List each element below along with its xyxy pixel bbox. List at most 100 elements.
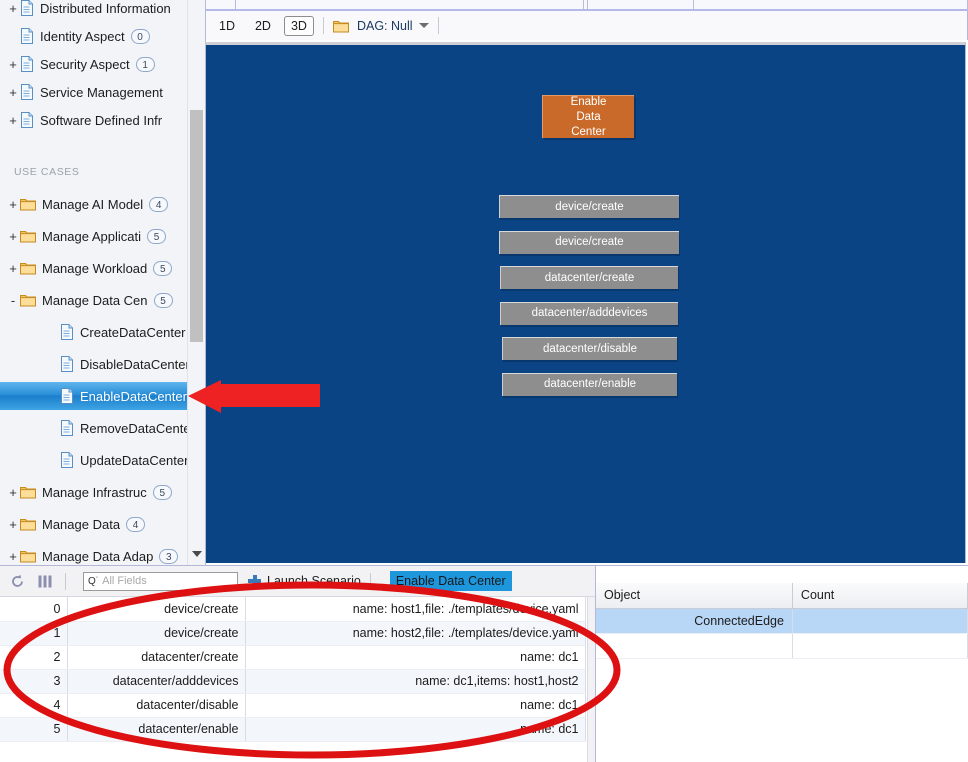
dag-graph-canvas[interactable]: Enable Data Center device/create device/c… bbox=[205, 42, 966, 563]
expand-icon[interactable]: + bbox=[6, 1, 20, 16]
object-count-header-row: Object Count bbox=[596, 583, 968, 609]
folder-icon bbox=[20, 261, 36, 275]
expand-icon[interactable]: + bbox=[6, 57, 20, 72]
tree-item-count-badge: 4 bbox=[149, 196, 169, 212]
tree-item-disabledatacenter[interactable]: DisableDataCenter bbox=[0, 350, 205, 378]
view-2d-button[interactable]: 2D bbox=[248, 16, 278, 36]
view-3d-button[interactable]: 3D bbox=[283, 15, 314, 36]
annotation-arrow bbox=[188, 380, 320, 413]
dag-selector-label[interactable]: DAG: Null bbox=[357, 19, 413, 33]
tree-item-label: Manage Data bbox=[42, 516, 121, 532]
folder-icon bbox=[20, 197, 36, 211]
cell-object: ConnectedEdge bbox=[596, 608, 793, 634]
document-icon bbox=[60, 420, 74, 436]
toolbar-divider-2 bbox=[437, 17, 439, 34]
graph-node-step[interactable]: device/create bbox=[499, 230, 679, 254]
use-cases-section-header: USE CASES bbox=[14, 166, 80, 178]
tree-item-enabledatacenter[interactable]: EnableDataCenter bbox=[0, 382, 205, 410]
tree-item-label: Software Defined Infr bbox=[40, 112, 163, 128]
annotation-ellipse bbox=[3, 581, 621, 759]
object-count-row[interactable]: ConnectedEdge bbox=[596, 608, 968, 634]
tree-item-service-management[interactable]: + Service Management bbox=[0, 78, 205, 106]
tree-item-manage-applicati[interactable]: + Manage Applicati 5 bbox=[0, 222, 205, 250]
cell-count bbox=[792, 608, 968, 634]
tree-item-distributed-information[interactable]: + Distributed Information bbox=[0, 0, 205, 22]
graph-node-step[interactable]: datacenter/enable bbox=[502, 372, 677, 396]
expand-icon[interactable]: + bbox=[6, 549, 20, 564]
folder-icon bbox=[20, 485, 36, 499]
tree-item-manage-workload[interactable]: + Manage Workload 5 bbox=[0, 254, 205, 282]
tree-item-count-badge: 4 bbox=[126, 516, 146, 532]
app-window: + Distributed Information Identity Aspect 0… bbox=[0, 0, 968, 762]
tree-item-identity-aspect[interactable]: Identity Aspect 0 bbox=[0, 22, 205, 50]
tree-item-manage-infrastruc[interactable]: + Manage Infrastruc 5 bbox=[0, 478, 205, 506]
tree-item-label: Manage Data Cen bbox=[42, 292, 148, 308]
cell-object bbox=[596, 633, 793, 659]
expand-icon[interactable]: + bbox=[6, 197, 20, 212]
expand-icon[interactable]: + bbox=[6, 485, 20, 500]
document-icon bbox=[60, 452, 74, 468]
object-count-header: Object Count bbox=[596, 583, 968, 609]
column-header-count[interactable]: Count bbox=[792, 583, 968, 609]
document-icon bbox=[20, 0, 34, 16]
tree-item-label: Manage Infrastruc bbox=[42, 484, 147, 500]
tree-item-software-defined-infr[interactable]: + Software Defined Infr bbox=[0, 106, 205, 134]
tree-item-label: Security Aspect bbox=[40, 56, 130, 72]
graph-node-step[interactable]: datacenter/create bbox=[500, 266, 678, 289]
tree-item-security-aspect[interactable]: + Security Aspect 1 bbox=[0, 50, 205, 78]
tree-scrollbar-thumb[interactable] bbox=[190, 110, 203, 342]
tree-item-label: Manage Data Adap bbox=[42, 548, 154, 564]
folder-icon bbox=[332, 19, 349, 33]
toolbar-divider bbox=[322, 17, 324, 34]
folder-icon bbox=[20, 549, 36, 563]
tree-item-manage-data[interactable]: + Manage Data 4 bbox=[0, 510, 205, 538]
object-count-table: Object Count ConnectedEdge bbox=[596, 583, 968, 659]
tree-item-label: Service Management bbox=[40, 84, 163, 100]
tree-item-label: Manage Applicati bbox=[42, 228, 142, 244]
document-icon bbox=[20, 56, 34, 72]
expand-icon[interactable]: + bbox=[6, 261, 20, 276]
tree-item-label: Identity Aspect bbox=[40, 28, 125, 44]
graph-node-step[interactable]: datacenter/disable bbox=[502, 337, 677, 360]
tree-item-removedatacenter[interactable]: RemoveDataCenter bbox=[0, 414, 205, 442]
document-icon bbox=[20, 112, 34, 128]
expand-icon[interactable]: + bbox=[6, 85, 20, 100]
chevron-down-icon[interactable] bbox=[192, 551, 202, 557]
tree-vertical-scrollbar[interactable] bbox=[187, 0, 205, 565]
chevron-down-icon[interactable] bbox=[418, 23, 429, 28]
document-icon bbox=[60, 324, 74, 340]
object-count-panel: Object Count ConnectedEdge bbox=[595, 565, 968, 762]
tree-item-count-badge: 0 bbox=[130, 28, 150, 44]
graph-node-step[interactable]: datacenter/adddevices bbox=[500, 301, 678, 325]
object-count-body: ConnectedEdge bbox=[596, 608, 968, 659]
object-count-row[interactable] bbox=[596, 633, 968, 659]
column-header-object[interactable]: Object bbox=[596, 583, 793, 609]
tree-item-manage-data-cen[interactable]: - Manage Data Cen 5 bbox=[0, 286, 205, 314]
graph-node-step[interactable]: device/create bbox=[499, 195, 679, 218]
tree-item-manage-ai-model[interactable]: + Manage AI Model 4 bbox=[0, 190, 205, 218]
expand-icon[interactable]: + bbox=[6, 113, 20, 128]
clipped-header-row bbox=[205, 0, 968, 11]
canvas-toolbar: 1D 2D 3D DAG: Null bbox=[205, 11, 968, 40]
collapse-icon[interactable]: - bbox=[6, 293, 20, 308]
tree-item-label: Distributed Information bbox=[40, 0, 171, 16]
tree-item-count-badge: 5 bbox=[152, 484, 172, 500]
tree-item-label: RemoveDataCenter bbox=[80, 420, 195, 436]
tree-item-label: UpdateDataCenter bbox=[80, 452, 189, 468]
graph-node-root[interactable]: Enable Data Center bbox=[542, 95, 634, 138]
tree-item-manage-data-adap[interactable]: + Manage Data Adap 3 bbox=[0, 542, 205, 565]
tree-item-count-badge: 3 bbox=[159, 548, 179, 564]
tree-item-count-badge: 1 bbox=[135, 56, 155, 72]
tree-item-label: DisableDataCenter bbox=[80, 356, 190, 372]
view-1d-button[interactable]: 1D bbox=[212, 16, 242, 36]
document-icon bbox=[20, 84, 34, 100]
document-icon bbox=[60, 356, 74, 372]
expand-icon[interactable]: + bbox=[6, 229, 20, 244]
expand-icon[interactable]: + bbox=[6, 517, 20, 532]
tree-item-count-badge: 5 bbox=[147, 228, 167, 244]
tree-item-count-badge: 5 bbox=[153, 292, 173, 308]
document-icon bbox=[60, 388, 74, 404]
tree-item-updatedatacenter[interactable]: UpdateDataCenter bbox=[0, 446, 205, 474]
navigation-tree-panel: + Distributed Information Identity Aspect 0… bbox=[0, 0, 206, 565]
tree-item-createdatacenter[interactable]: CreateDataCenter bbox=[0, 318, 205, 346]
